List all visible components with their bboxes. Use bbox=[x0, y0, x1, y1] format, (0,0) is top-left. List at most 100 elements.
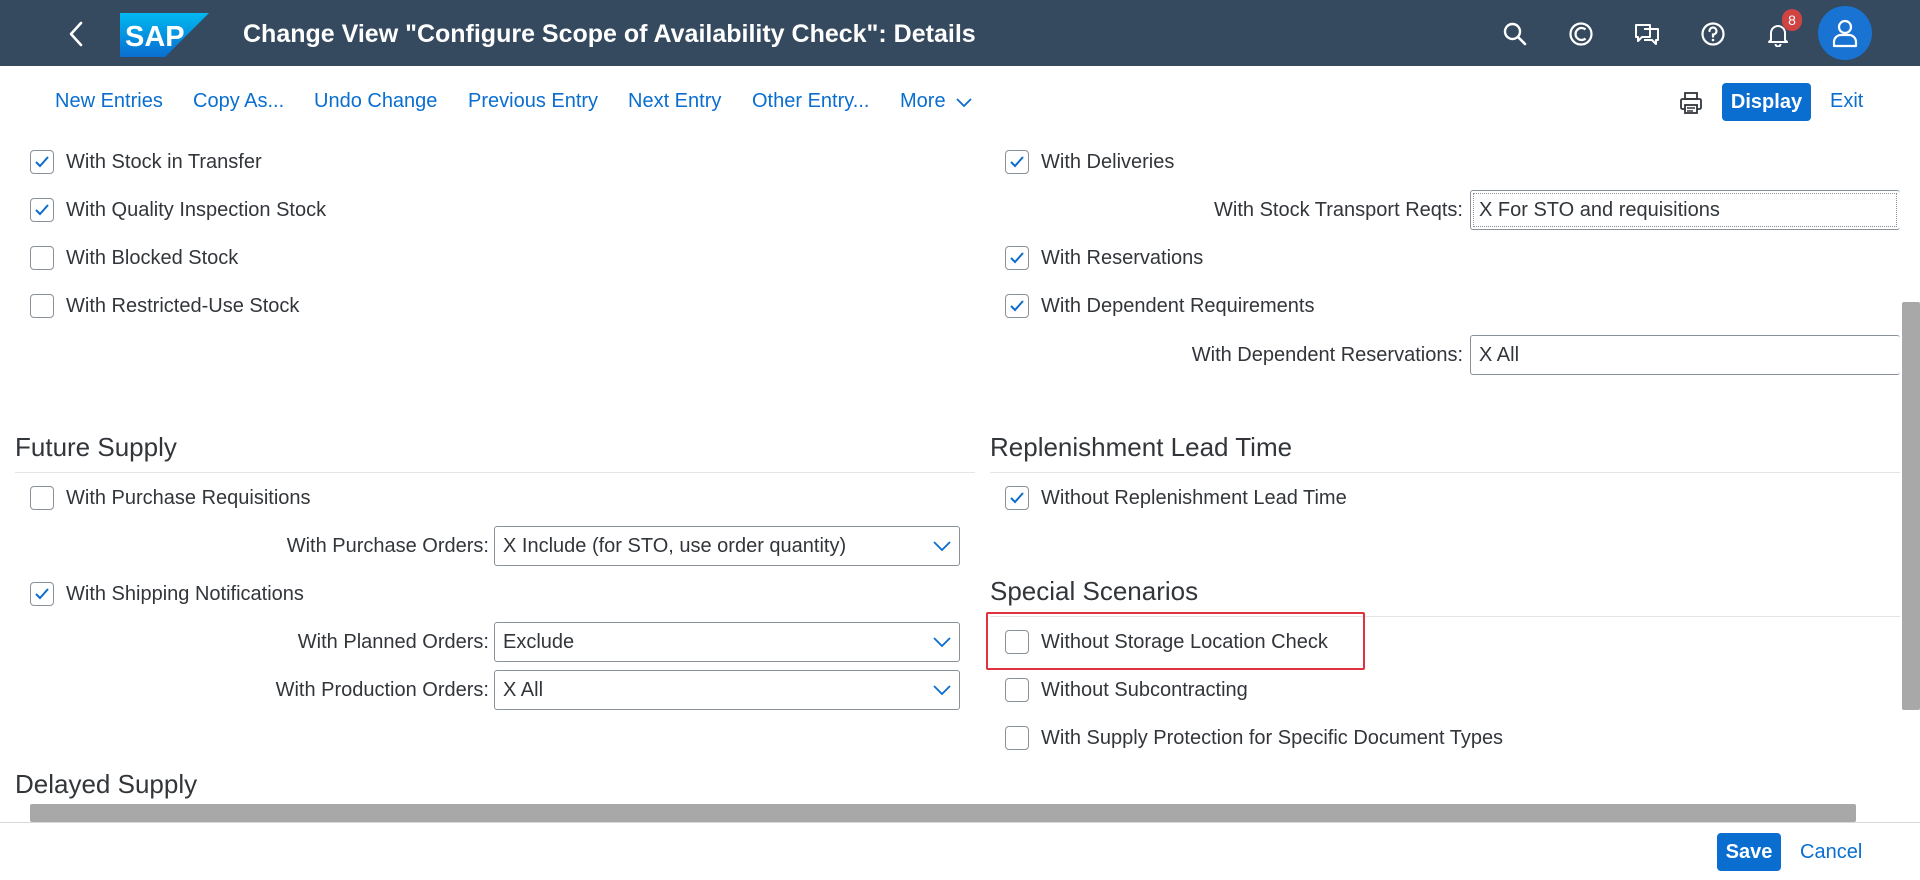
undo-change-button[interactable]: Undo Change bbox=[314, 90, 437, 113]
next-entry-button[interactable]: Next Entry bbox=[628, 90, 721, 113]
replenishment-heading: Replenishment Lead Time bbox=[990, 432, 1293, 462]
delayed-supply-heading: Delayed Supply bbox=[15, 769, 198, 799]
exit-button[interactable]: Exit bbox=[1830, 90, 1863, 113]
with-dependent-requirements-label: With Dependent Requirements bbox=[1041, 294, 1315, 317]
checkmark-icon bbox=[1010, 492, 1024, 504]
with-stock-in-transfer-checkbox[interactable] bbox=[30, 150, 54, 174]
footer-bar: Save Cancel bbox=[0, 822, 1920, 880]
planned-orders-select[interactable]: Exclude bbox=[494, 622, 960, 662]
back-button[interactable] bbox=[58, 18, 94, 50]
with-quality-inspection-label: With Quality Inspection Stock bbox=[66, 198, 327, 221]
with-purchase-requisitions-row: With Purchase Requisitions bbox=[30, 483, 311, 513]
with-deliveries-checkbox[interactable] bbox=[1005, 150, 1029, 174]
chevron-down-icon[interactable] bbox=[931, 680, 953, 700]
sap-logo-text: SAP bbox=[125, 21, 185, 53]
without-storage-location-check-label: Without Storage Location Check bbox=[1041, 630, 1328, 653]
checkmark-icon bbox=[1010, 300, 1024, 312]
with-restricted-use-row: With Restricted-Use Stock bbox=[30, 291, 299, 321]
notification-badge: 8 bbox=[1782, 9, 1802, 31]
search-button[interactable] bbox=[1496, 16, 1534, 52]
help-icon bbox=[1701, 22, 1725, 46]
with-deliveries-row: With Deliveries bbox=[1005, 147, 1174, 177]
future-supply-heading: Future Supply bbox=[15, 432, 177, 462]
more-button[interactable]: More bbox=[900, 90, 973, 113]
with-purchase-requisitions-label: With Purchase Requisitions bbox=[66, 486, 311, 509]
copilot-button[interactable] bbox=[1562, 16, 1600, 52]
page-title: Change View "Configure Scope of Availabi… bbox=[243, 20, 976, 48]
feedback-button[interactable] bbox=[1628, 16, 1666, 52]
planned-orders-label: With Planned Orders: bbox=[297, 631, 489, 653]
vertical-scrollbar[interactable] bbox=[1902, 302, 1920, 710]
checkmark-icon bbox=[35, 588, 49, 600]
with-shipping-notifications-label: With Shipping Notifications bbox=[66, 582, 304, 605]
user-icon bbox=[1832, 19, 1858, 48]
more-label: More bbox=[900, 90, 946, 112]
horizontal-scrollbar[interactable] bbox=[30, 804, 1856, 822]
purchase-orders-value: X Include (for STO, use order quantity) bbox=[503, 534, 847, 557]
with-stock-in-transfer-row: With Stock in Transfer bbox=[30, 147, 262, 177]
stock-transport-reqts-label: With Stock Transport Reqts: bbox=[1214, 199, 1463, 221]
with-reservations-row: With Reservations bbox=[1005, 243, 1203, 273]
special-scenarios-heading: Special Scenarios bbox=[990, 576, 1199, 606]
with-supply-protection-row: With Supply Protection for Specific Docu… bbox=[1005, 723, 1503, 753]
cancel-button[interactable]: Cancel bbox=[1800, 841, 1862, 864]
with-supply-protection-label: With Supply Protection for Specific Docu… bbox=[1041, 726, 1504, 749]
without-subcontracting-row: Without Subcontracting bbox=[1005, 675, 1248, 705]
chevron-down-icon[interactable] bbox=[931, 536, 953, 556]
without-subcontracting-label: Without Subcontracting bbox=[1041, 678, 1248, 701]
checkmark-icon bbox=[1010, 156, 1024, 168]
back-icon bbox=[69, 21, 83, 47]
checkmark-icon bbox=[35, 156, 49, 168]
with-dependent-requirements-row: With Dependent Requirements bbox=[1005, 291, 1314, 321]
help-button[interactable] bbox=[1694, 16, 1732, 52]
chevron-down-icon bbox=[956, 98, 972, 107]
stock-transport-reqts-field[interactable]: X For STO and requisitions bbox=[1470, 190, 1900, 230]
new-entries-button[interactable]: New Entries bbox=[55, 90, 163, 113]
copy-as-button[interactable]: Copy As... bbox=[193, 90, 284, 113]
with-blocked-stock-label: With Blocked Stock bbox=[66, 246, 239, 269]
with-reservations-checkbox[interactable] bbox=[1005, 246, 1029, 270]
other-entry-button[interactable]: Other Entry... bbox=[752, 90, 869, 113]
with-blocked-stock-row: With Blocked Stock bbox=[30, 243, 238, 273]
printer-icon bbox=[1680, 92, 1702, 114]
dependent-reservations-field[interactable]: X All bbox=[1470, 335, 1900, 375]
toolbar: New Entries Copy As... Undo Change Previ… bbox=[0, 66, 1920, 140]
dependent-reservations-label: With Dependent Reservations: bbox=[1191, 344, 1463, 366]
print-button[interactable] bbox=[1675, 88, 1707, 118]
sap-logo: SAP bbox=[120, 13, 209, 57]
copilot-icon bbox=[1569, 22, 1593, 46]
purchase-orders-select[interactable]: X Include (for STO, use order quantity) bbox=[494, 526, 960, 566]
with-shipping-notifications-checkbox[interactable] bbox=[30, 582, 54, 606]
without-storage-location-check-checkbox[interactable] bbox=[1005, 630, 1029, 654]
without-storage-location-check-row: Without Storage Location Check bbox=[1005, 627, 1328, 657]
without-subcontracting-checkbox[interactable] bbox=[1005, 678, 1029, 702]
purchase-orders-label: With Purchase Orders: bbox=[286, 535, 489, 557]
checkmark-icon bbox=[1010, 252, 1024, 264]
with-quality-inspection-checkbox[interactable] bbox=[30, 198, 54, 222]
previous-entry-button[interactable]: Previous Entry bbox=[468, 90, 598, 113]
with-purchase-requisitions-checkbox[interactable] bbox=[30, 486, 54, 510]
user-avatar[interactable] bbox=[1818, 6, 1872, 60]
with-dependent-requirements-checkbox[interactable] bbox=[1005, 294, 1029, 318]
with-blocked-stock-checkbox[interactable] bbox=[30, 246, 54, 270]
save-button[interactable]: Save bbox=[1717, 833, 1781, 871]
production-orders-value: X All bbox=[503, 678, 544, 701]
without-replenishment-label: Without Replenishment Lead Time bbox=[1041, 486, 1347, 509]
planned-orders-value: Exclude bbox=[503, 630, 575, 653]
without-replenishment-checkbox[interactable] bbox=[1005, 486, 1029, 510]
special-scenarios-divider bbox=[990, 616, 1900, 617]
with-quality-inspection-row: With Quality Inspection Stock bbox=[30, 195, 326, 225]
replenishment-divider bbox=[990, 472, 1900, 473]
with-reservations-label: With Reservations bbox=[1041, 246, 1204, 269]
with-deliveries-label: With Deliveries bbox=[1041, 150, 1175, 173]
with-restricted-use-checkbox[interactable] bbox=[30, 294, 54, 318]
with-stock-in-transfer-label: With Stock in Transfer bbox=[66, 150, 262, 173]
without-replenishment-row: Without Replenishment Lead Time bbox=[1005, 483, 1347, 513]
display-button[interactable]: Display bbox=[1722, 83, 1811, 121]
production-orders-select[interactable]: X All bbox=[494, 670, 960, 710]
with-shipping-notifications-row: With Shipping Notifications bbox=[30, 579, 304, 609]
with-supply-protection-checkbox[interactable] bbox=[1005, 726, 1029, 750]
feedback-icon bbox=[1635, 24, 1659, 45]
chevron-down-icon[interactable] bbox=[931, 632, 953, 652]
dependent-reservations-value: X All bbox=[1479, 343, 1520, 366]
